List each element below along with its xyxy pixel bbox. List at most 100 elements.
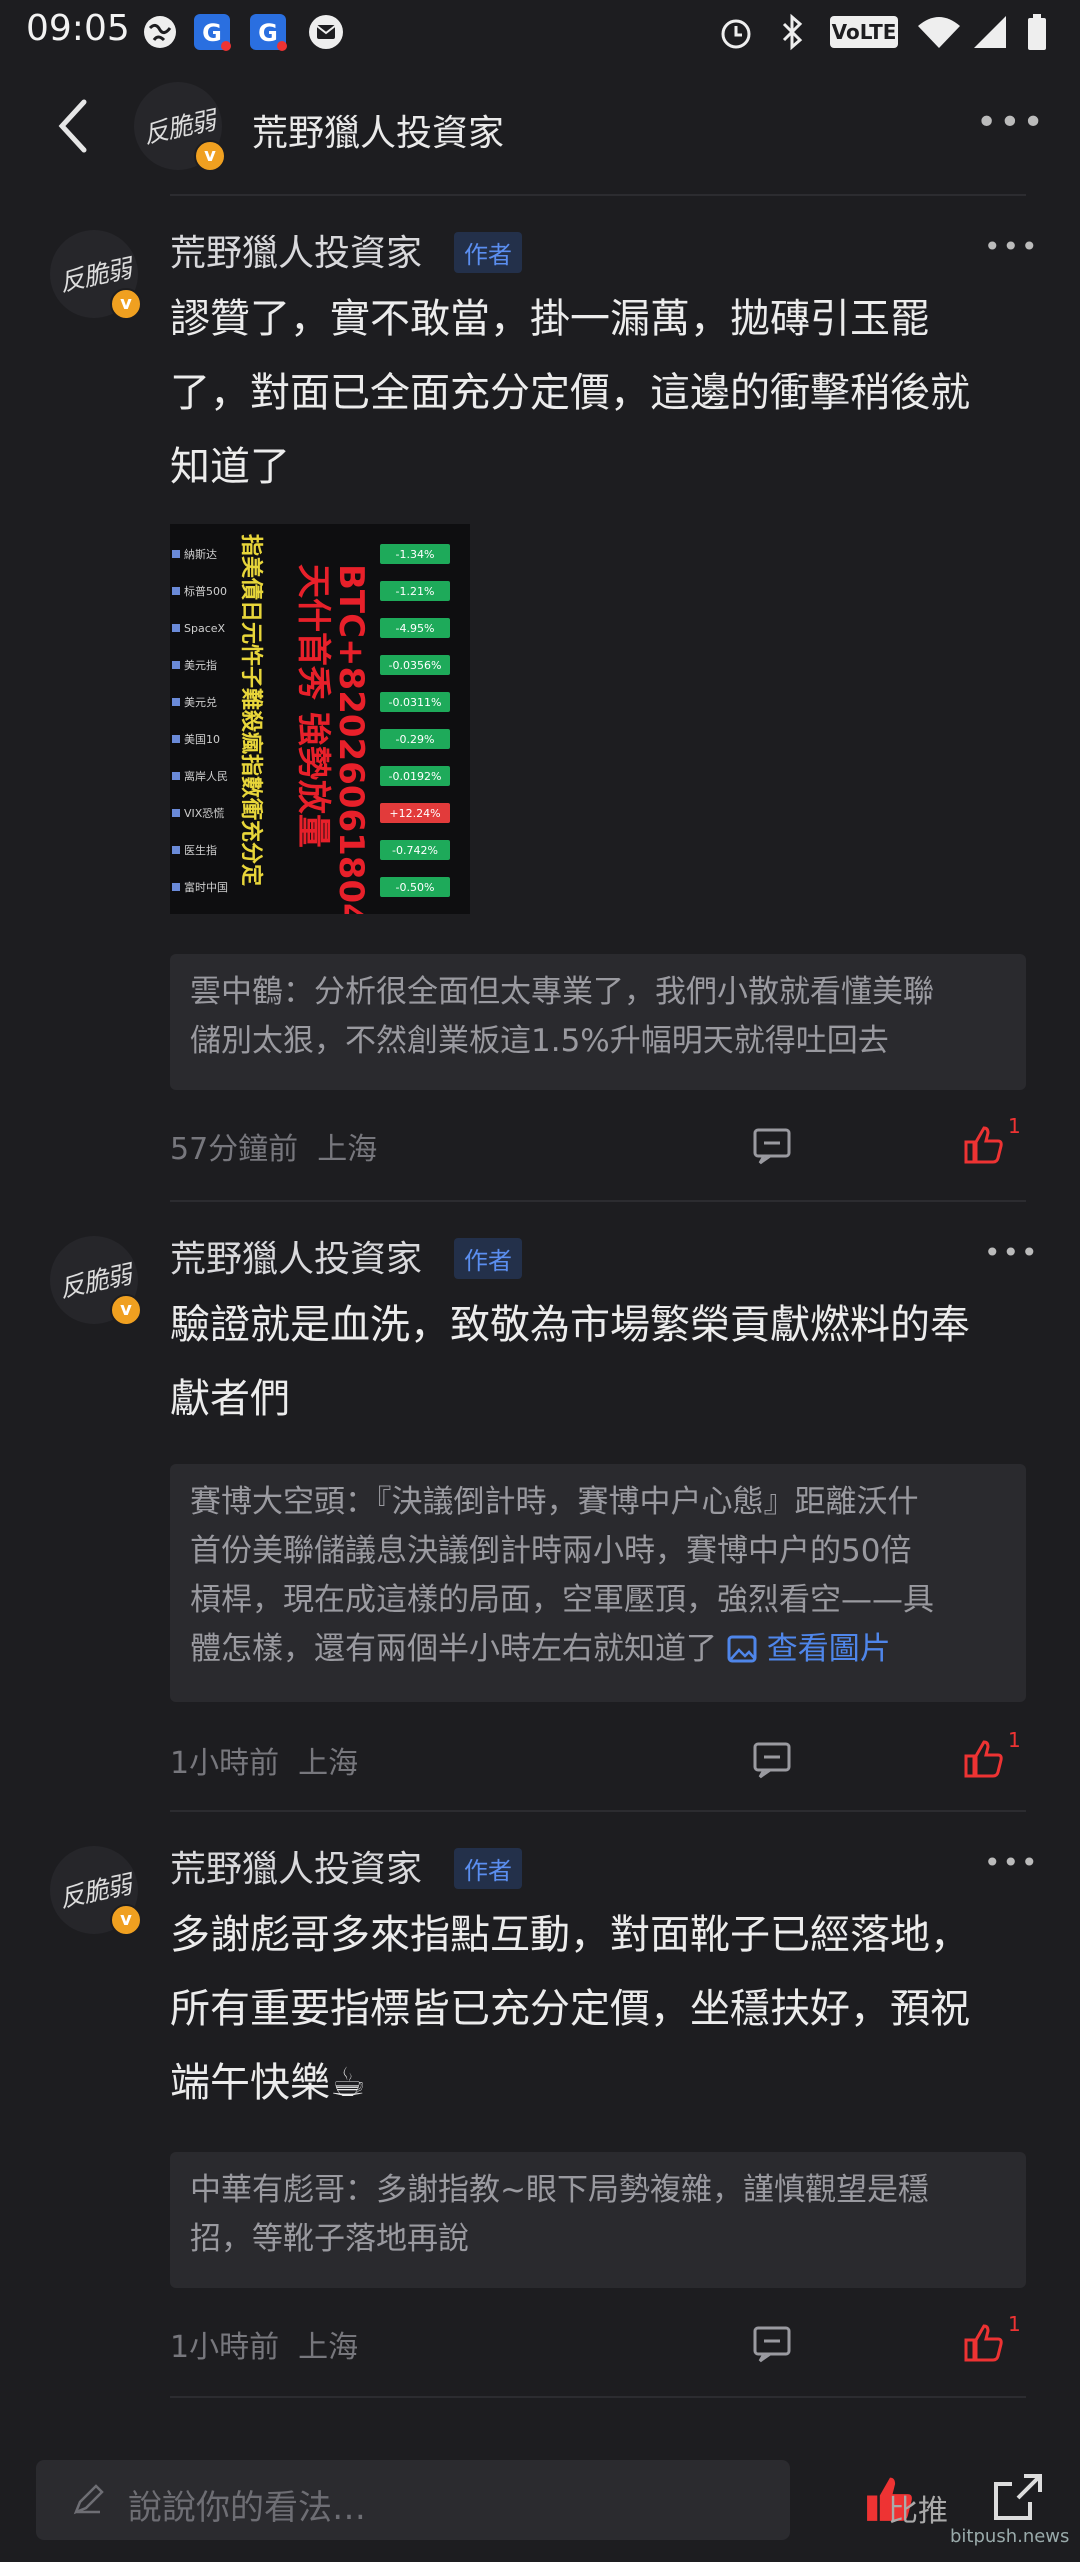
comment-meta: 1小時前 上海 xyxy=(170,2322,358,2366)
row-label: 标普500 xyxy=(184,584,227,598)
quoted-reply[interactable]: 賽博大空頭：『決議倒計時，賽博中户心態』距離沃什 首份美聯儲議息決議倒計時兩小時… xyxy=(170,1464,1026,1702)
like-button[interactable]: 1 xyxy=(962,1728,1021,1784)
comment-text: 謬贊了，實不敢當，掛一漏萬，拋磚引玉罷 了，對面已全面充分定價，這邊的衝擊稍後就… xyxy=(170,282,1040,504)
row-icon xyxy=(172,587,180,595)
page-title: 荒野獵人投資家 xyxy=(252,113,505,154)
author-tag: 作者 xyxy=(454,232,522,273)
wifi-icon xyxy=(918,17,960,48)
globe-icon xyxy=(144,16,176,48)
quoted-reply[interactable]: 中華有彪哥：多謝指教~眼下局勢複雜，謹慎觀望是穩 招，等靴子落地再說 xyxy=(170,2152,1026,2288)
quoted-text: 雲中鶴：分析很全面但太專業了，我們小散就看懂美聯 儲別太狠，不然創業板這1.5%… xyxy=(190,968,1010,1066)
row-label: 富时中国 xyxy=(184,880,228,894)
verified-badge: v xyxy=(110,1904,142,1936)
row-icon xyxy=(172,846,180,854)
comment-location: 上海 xyxy=(317,1132,378,1167)
share-icon[interactable] xyxy=(990,2470,1046,2526)
comment-line: 多謝彪哥多來指點互動，對面靴子已經落地， xyxy=(170,1912,970,1958)
quote-line: 賽博大空頭：『決議倒計時，賽博中户心態』距離沃什 xyxy=(190,1484,919,1520)
change-value: -0.0311% xyxy=(389,696,442,709)
divider xyxy=(170,1810,1026,1812)
change-value: -0.0192% xyxy=(389,770,442,783)
row-icon xyxy=(172,661,180,669)
author-tag: 作者 xyxy=(454,1848,522,1889)
view-image-link[interactable]: 查看圖片 xyxy=(727,1631,891,1667)
comment-line: 端午快樂☕ xyxy=(170,2060,366,2106)
overlay-text-yellow: 指美債日元忤子難殺瘋指數衝充分定 xyxy=(238,534,264,886)
row-icon xyxy=(172,735,180,743)
change-value: -0.50% xyxy=(396,881,435,894)
reply-icon[interactable] xyxy=(752,2324,792,2364)
comment-text: 驗證就是血洗，致敬為市場繁榮貢獻燃料的奉 獻者們 xyxy=(170,1288,1040,1436)
row-label: 納斯达 xyxy=(184,548,217,561)
reply-input[interactable]: 說說你的看法… xyxy=(36,2460,790,2540)
view-image-label: 查看圖片 xyxy=(766,1631,891,1667)
alarm-icon xyxy=(721,19,751,49)
change-value: -4.95% xyxy=(396,622,435,635)
divider xyxy=(170,1200,1026,1202)
like-button[interactable]: 1 xyxy=(962,1114,1021,1170)
comment-more-icon[interactable]: ••• xyxy=(984,1236,1040,1269)
comment-more-icon[interactable]: ••• xyxy=(984,1846,1040,1879)
row-icon xyxy=(172,624,180,632)
comment-meta: 57分鐘前 上海 xyxy=(170,1124,377,1168)
quote-line: 儲別太狠，不然創業板這1.5%升幅明天就得吐回去 xyxy=(190,1023,889,1059)
comment-line: 驗證就是血洗，致敬為市場繁榮貢獻燃料的奉 xyxy=(170,1302,970,1348)
comment-author[interactable]: 荒野獵人投資家 xyxy=(170,1840,422,1892)
comment-text: 多謝彪哥多來指點互動，對面靴子已經落地， 所有重要指標皆已充分定價，坐穩扶好，預… xyxy=(170,1898,1040,2120)
app-notification-icon-2: G xyxy=(250,14,287,51)
row-icon xyxy=(172,883,180,891)
comment-location: 上海 xyxy=(298,2330,359,2365)
svg-text:G: G xyxy=(258,19,278,47)
quote-line: 首份美聯儲議息決議倒計時兩小時，賽博中户的50倍 xyxy=(190,1533,912,1569)
comment-time: 1小時前 xyxy=(170,2330,280,2365)
reply-icon[interactable] xyxy=(752,1126,792,1166)
quoted-reply[interactable]: 雲中鶴：分析很全面但太專業了，我們小散就看懂美聯 儲別太狠，不然創業板這1.5%… xyxy=(170,954,1026,1090)
signal-icon xyxy=(974,16,1006,48)
row-label: 医生指 xyxy=(184,843,217,857)
quoted-text: 賽博大空頭：『決議倒計時，賽博中户心態』距離沃什 首份美聯儲議息決議倒計時兩小時… xyxy=(190,1478,1010,1674)
quote-line: 招，等靴子落地再說 xyxy=(190,2221,469,2257)
comment-author[interactable]: 荒野獵人投資家 xyxy=(170,1230,422,1282)
verified-badge: v xyxy=(110,288,142,320)
quote-line: 雲中鶴：分析很全面但太專業了，我們小散就看懂美聯 xyxy=(190,974,934,1010)
market-screenshot: 納斯达 -1.34% 标普500 -1.21% SpaceX -4.95% 美元指 -0.03… xyxy=(172,534,450,914)
row-label: 美元指 xyxy=(184,658,217,672)
reply-icon[interactable] xyxy=(752,1740,792,1780)
app-notification-icon: G xyxy=(194,14,231,51)
comment-author[interactable]: 荒野獵人投資家 xyxy=(170,224,422,276)
avatar[interactable]: 反脆弱 v xyxy=(50,230,142,320)
like-button[interactable]: 1 xyxy=(962,2312,1021,2368)
comment-time: 1小時前 xyxy=(170,1746,280,1781)
divider xyxy=(170,2396,1026,2398)
comment-meta: 1小時前 上海 xyxy=(170,1738,358,1782)
row-label: VIX恐慌 xyxy=(184,807,224,820)
comment-location: 上海 xyxy=(298,1746,359,1781)
like-count: 1 xyxy=(1008,1728,1021,1752)
verified-badge: v xyxy=(110,1294,142,1326)
watermark-domain: bitpush.news xyxy=(950,2526,1070,2547)
row-icon xyxy=(172,698,180,706)
thumbs-up-icon xyxy=(964,1740,1003,1778)
comment-line: 知道了 xyxy=(170,444,290,490)
mail-icon xyxy=(309,15,343,49)
back-arrow-icon[interactable] xyxy=(48,94,96,158)
author-tag: 作者 xyxy=(454,1238,522,1279)
like-count: 1 xyxy=(1008,2312,1021,2336)
svg-text:G: G xyxy=(202,19,222,47)
quote-line: 槓桿，現在成這樣的局面，空軍壓頂，強烈看空——具 xyxy=(190,1582,934,1618)
avatar[interactable]: 反脆弱 v xyxy=(50,1236,142,1326)
comment-line: 所有重要指標皆已充分定價，坐穩扶好，預祝 xyxy=(170,1986,970,2032)
comment-more-icon[interactable]: ••• xyxy=(984,230,1040,263)
avatar[interactable]: 反脆弱 v xyxy=(134,82,226,172)
bluetooth-icon xyxy=(782,13,803,51)
avatar[interactable]: 反脆弱 v xyxy=(50,1846,142,1936)
overlay-text-red: 天什首秀 強勢放量 xyxy=(293,564,333,848)
row-icon xyxy=(172,550,180,558)
change-value: -0.29% xyxy=(396,733,435,746)
battery-icon xyxy=(1028,14,1046,50)
change-value: -0.0356% xyxy=(389,659,442,672)
divider xyxy=(170,194,1026,196)
more-options-icon[interactable]: ••• xyxy=(976,102,1046,143)
comment-line: 了，對面已全面充分定價，這邊的衝擊稍後就 xyxy=(170,370,970,416)
comment-image[interactable]: 納斯达 -1.34% 标普500 -1.21% SpaceX -4.95% 美元指 -0.03… xyxy=(170,524,470,914)
